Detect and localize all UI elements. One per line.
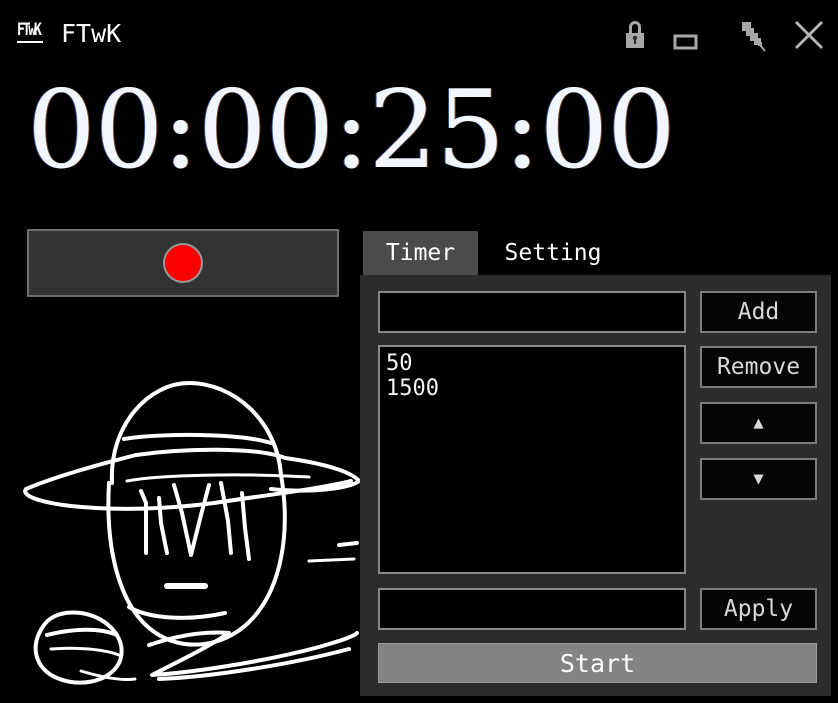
timer-readout: 00:00:25:00 [27, 68, 676, 193]
move-up-button[interactable]: ▲ [700, 402, 817, 444]
list-item[interactable]: 1500 [386, 376, 678, 401]
title-bar[interactable]: FTwK FTwK [3, 3, 838, 65]
tab-timer[interactable]: Timer [363, 231, 478, 275]
add-input[interactable] [378, 291, 686, 333]
apply-button[interactable]: Apply [700, 588, 817, 630]
close-icon[interactable] [787, 13, 831, 57]
tab-setting[interactable]: Setting [493, 231, 613, 275]
list-item[interactable]: 50 [386, 351, 678, 376]
window-title: FTwK [61, 19, 122, 48]
app-icon-underline [17, 41, 43, 43]
recording-indicator [165, 245, 201, 281]
add-button[interactable]: Add [700, 291, 817, 333]
move-down-button[interactable]: ▼ [700, 458, 817, 500]
minimize-icon[interactable] [663, 13, 707, 57]
status-panel [27, 229, 339, 297]
start-button[interactable]: Start [378, 643, 817, 683]
apply-input[interactable] [378, 588, 686, 630]
remove-button[interactable]: Remove [700, 346, 817, 388]
lock-icon[interactable] [613, 13, 657, 57]
application-window: FTwK FTwK 00:00:25:00 Timer Setting Add … [0, 0, 838, 700]
doodle-artwork [9, 363, 365, 699]
app-icon-glyph: FTwK [17, 20, 42, 40]
timer-list[interactable]: 50 1500 [378, 345, 686, 574]
app-icon: FTwK [17, 20, 47, 46]
tab-bar: Timer Setting [360, 231, 831, 275]
pin-icon[interactable] [729, 13, 773, 57]
timer-tab-panel: Add 50 1500 Remove ▲ ▼ Apply Start [360, 275, 831, 696]
